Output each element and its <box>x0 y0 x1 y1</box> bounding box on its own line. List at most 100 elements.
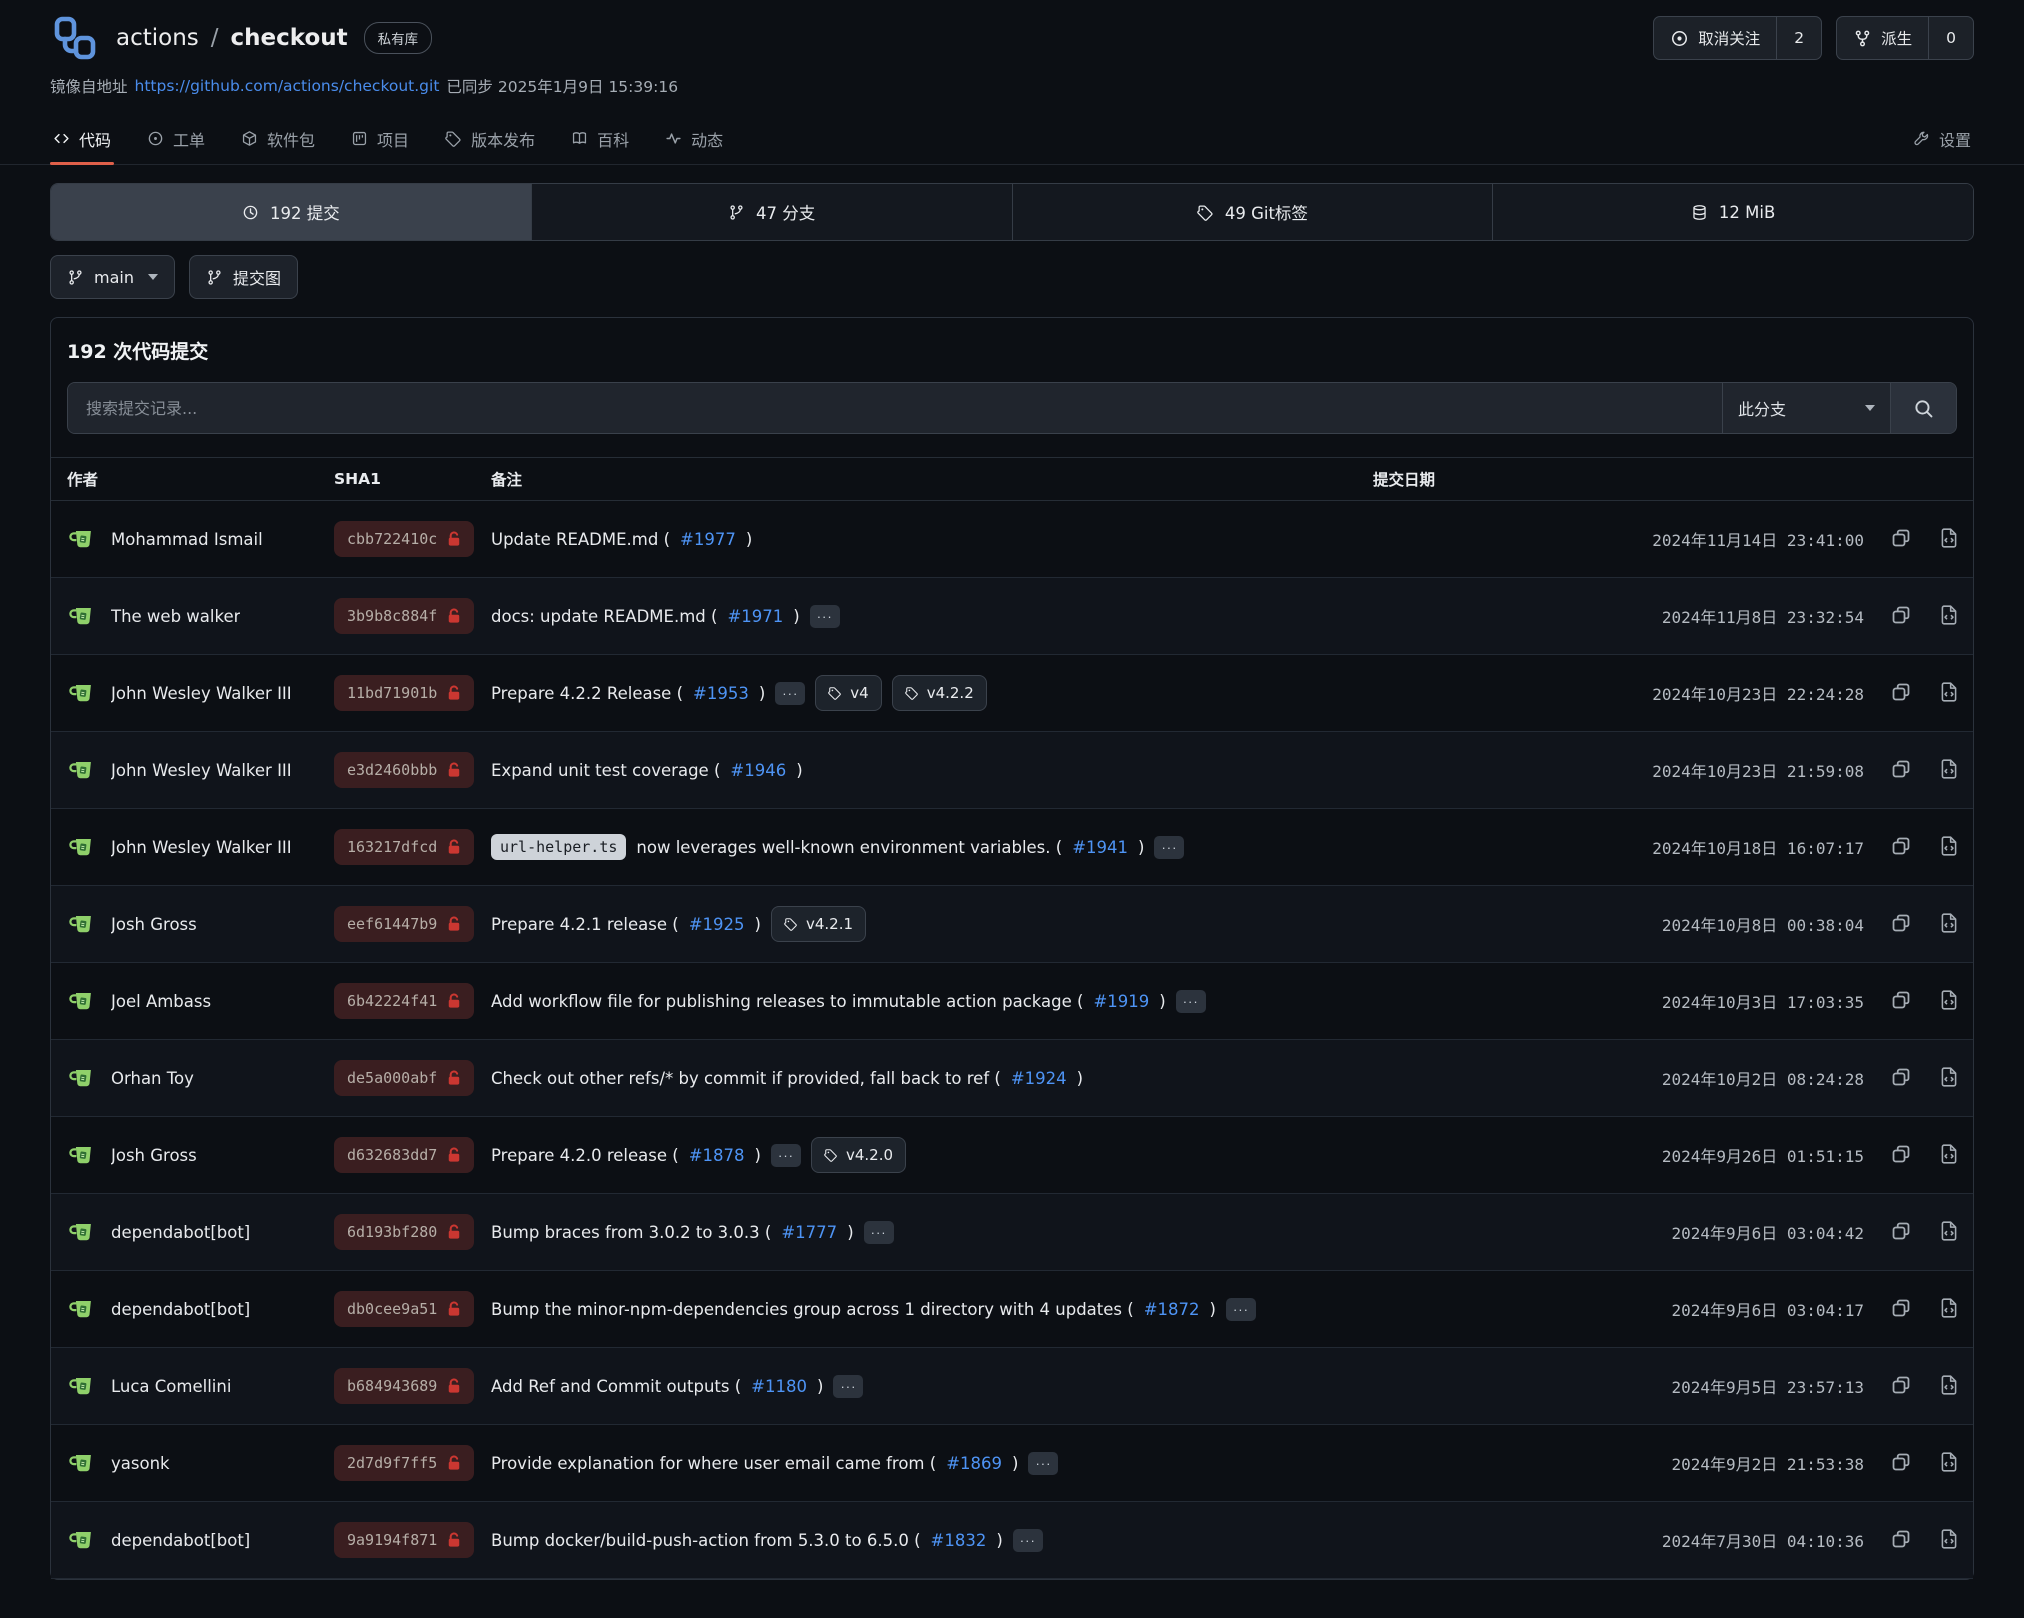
repo-avatar-icon[interactable] <box>50 14 98 62</box>
tag-chip[interactable]: v4.2.2 <box>892 675 987 711</box>
browse-source-button[interactable] <box>1938 1374 1960 1399</box>
search-input[interactable] <box>68 383 1722 433</box>
issue-link[interactable]: #1872 <box>1144 1300 1200 1319</box>
tab-activity[interactable]: 动态 <box>662 113 726 164</box>
browse-source-button[interactable] <box>1938 912 1960 937</box>
browse-source-button[interactable] <box>1938 1297 1960 1322</box>
tab-settings[interactable]: 设置 <box>1910 113 1974 164</box>
breadcrumb-owner-link[interactable]: actions <box>116 25 199 51</box>
tab-issue[interactable]: 工单 <box>144 113 208 164</box>
copy-sha-button[interactable] <box>1890 835 1912 860</box>
copy-sha-button[interactable] <box>1890 527 1912 552</box>
copy-sha-button[interactable] <box>1890 604 1912 629</box>
commit-author[interactable]: dependabot[bot] <box>111 1223 250 1242</box>
commit-graph-button[interactable]: 提交图 <box>189 255 298 299</box>
watchers-count[interactable]: 2 <box>1776 17 1821 59</box>
commit-sha-badge[interactable]: eef61447b9 <box>334 906 474 942</box>
stat-database[interactable]: 12 MiB <box>1493 184 1973 240</box>
commit-author[interactable]: dependabot[bot] <box>111 1531 250 1550</box>
browse-source-button[interactable] <box>1938 835 1960 860</box>
commit-sha-badge[interactable]: 11bd71901b <box>334 675 474 711</box>
expand-commit-message-button[interactable]: ··· <box>1013 1529 1043 1552</box>
expand-commit-message-button[interactable]: ··· <box>1154 836 1184 859</box>
commit-sha-badge[interactable]: 3b9b8c884f <box>334 598 474 634</box>
issue-link[interactable]: #1777 <box>781 1223 837 1242</box>
expand-commit-message-button[interactable]: ··· <box>771 1144 801 1167</box>
browse-source-button[interactable] <box>1938 681 1960 706</box>
commit-author[interactable]: John Wesley Walker III <box>111 684 292 703</box>
expand-commit-message-button[interactable]: ··· <box>775 682 805 705</box>
issue-link[interactable]: #1869 <box>946 1454 1002 1473</box>
tab-release[interactable]: 版本发布 <box>442 113 538 164</box>
commit-sha-badge[interactable]: 6d193bf280 <box>334 1214 474 1250</box>
commit-sha-badge[interactable]: e3d2460bbb <box>334 752 474 788</box>
expand-commit-message-button[interactable]: ··· <box>1226 1298 1256 1321</box>
commit-author[interactable]: John Wesley Walker III <box>111 761 292 780</box>
tab-wiki[interactable]: 百科 <box>568 113 632 164</box>
unwatch-button[interactable]: 取消关注 2 <box>1653 16 1822 60</box>
commit-author[interactable]: dependabot[bot] <box>111 1300 250 1319</box>
commit-author[interactable]: Joel Ambass <box>111 992 211 1011</box>
browse-source-button[interactable] <box>1938 758 1960 783</box>
expand-commit-message-button[interactable]: ··· <box>833 1375 863 1398</box>
issue-link[interactable]: #1925 <box>689 915 745 934</box>
stat-tag[interactable]: 49 Git标签 <box>1013 184 1494 240</box>
commit-author[interactable]: Mohammad Ismail <box>111 530 263 549</box>
copy-sha-button[interactable] <box>1890 1066 1912 1091</box>
commit-author[interactable]: The web walker <box>111 607 240 626</box>
commit-sha-badge[interactable]: db0cee9a51 <box>334 1291 474 1327</box>
expand-commit-message-button[interactable]: ··· <box>864 1221 894 1244</box>
issue-link[interactable]: #1832 <box>931 1531 987 1550</box>
copy-sha-button[interactable] <box>1890 989 1912 1014</box>
mirror-url-link[interactable]: https://github.com/actions/checkout.git <box>135 77 440 95</box>
browse-source-button[interactable] <box>1938 527 1960 552</box>
breadcrumb-repo-link[interactable]: checkout <box>231 25 348 51</box>
stat-history[interactable]: 192 提交 <box>51 184 532 240</box>
commit-sha-badge[interactable]: b684943689 <box>334 1368 474 1404</box>
tab-project[interactable]: 项目 <box>348 113 412 164</box>
browse-source-button[interactable] <box>1938 604 1960 629</box>
tag-chip[interactable]: v4 <box>815 675 881 711</box>
copy-sha-button[interactable] <box>1890 912 1912 937</box>
commit-sha-badge[interactable]: 6b42224f41 <box>334 983 474 1019</box>
copy-sha-button[interactable] <box>1890 1374 1912 1399</box>
browse-source-button[interactable] <box>1938 1451 1960 1476</box>
copy-sha-button[interactable] <box>1890 758 1912 783</box>
copy-sha-button[interactable] <box>1890 1143 1912 1168</box>
commit-author[interactable]: Orhan Toy <box>111 1069 194 1088</box>
commit-sha-badge[interactable]: 163217dfcd <box>334 829 474 865</box>
commit-sha-badge[interactable]: d632683dd7 <box>334 1137 474 1173</box>
issue-link[interactable]: #1977 <box>680 530 736 549</box>
expand-commit-message-button[interactable]: ··· <box>810 605 840 628</box>
expand-commit-message-button[interactable]: ··· <box>1028 1452 1058 1475</box>
issue-link[interactable]: #1953 <box>693 684 749 703</box>
tab-code[interactable]: 代码 <box>50 113 114 164</box>
commit-sha-badge[interactable]: cbb722410c <box>334 521 474 557</box>
fork-button[interactable]: 派生 0 <box>1836 16 1974 60</box>
expand-commit-message-button[interactable]: ··· <box>1176 990 1206 1013</box>
issue-link[interactable]: #1919 <box>1093 992 1149 1011</box>
copy-sha-button[interactable] <box>1890 1220 1912 1245</box>
commit-author[interactable]: yasonk <box>111 1454 170 1473</box>
search-button[interactable] <box>1890 383 1956 433</box>
forks-count[interactable]: 0 <box>1928 17 1973 59</box>
issue-link[interactable]: #1878 <box>689 1146 745 1165</box>
copy-sha-button[interactable] <box>1890 681 1912 706</box>
commit-author[interactable]: Luca Comellini <box>111 1377 231 1396</box>
commit-sha-badge[interactable]: 9a9194f871 <box>334 1522 474 1558</box>
tab-package[interactable]: 软件包 <box>238 113 318 164</box>
copy-sha-button[interactable] <box>1890 1297 1912 1322</box>
issue-link[interactable]: #1971 <box>727 607 783 626</box>
issue-link[interactable]: #1180 <box>751 1377 807 1396</box>
issue-link[interactable]: #1924 <box>1011 1069 1067 1088</box>
browse-source-button[interactable] <box>1938 1066 1960 1091</box>
tag-chip[interactable]: v4.2.0 <box>811 1137 906 1173</box>
stat-branch[interactable]: 47 分支 <box>532 184 1013 240</box>
copy-sha-button[interactable] <box>1890 1528 1912 1553</box>
issue-link[interactable]: #1946 <box>730 761 786 780</box>
browse-source-button[interactable] <box>1938 989 1960 1014</box>
browse-source-button[interactable] <box>1938 1528 1960 1553</box>
copy-sha-button[interactable] <box>1890 1451 1912 1476</box>
commit-author[interactable]: Josh Gross <box>111 1146 197 1165</box>
commit-author[interactable]: Josh Gross <box>111 915 197 934</box>
